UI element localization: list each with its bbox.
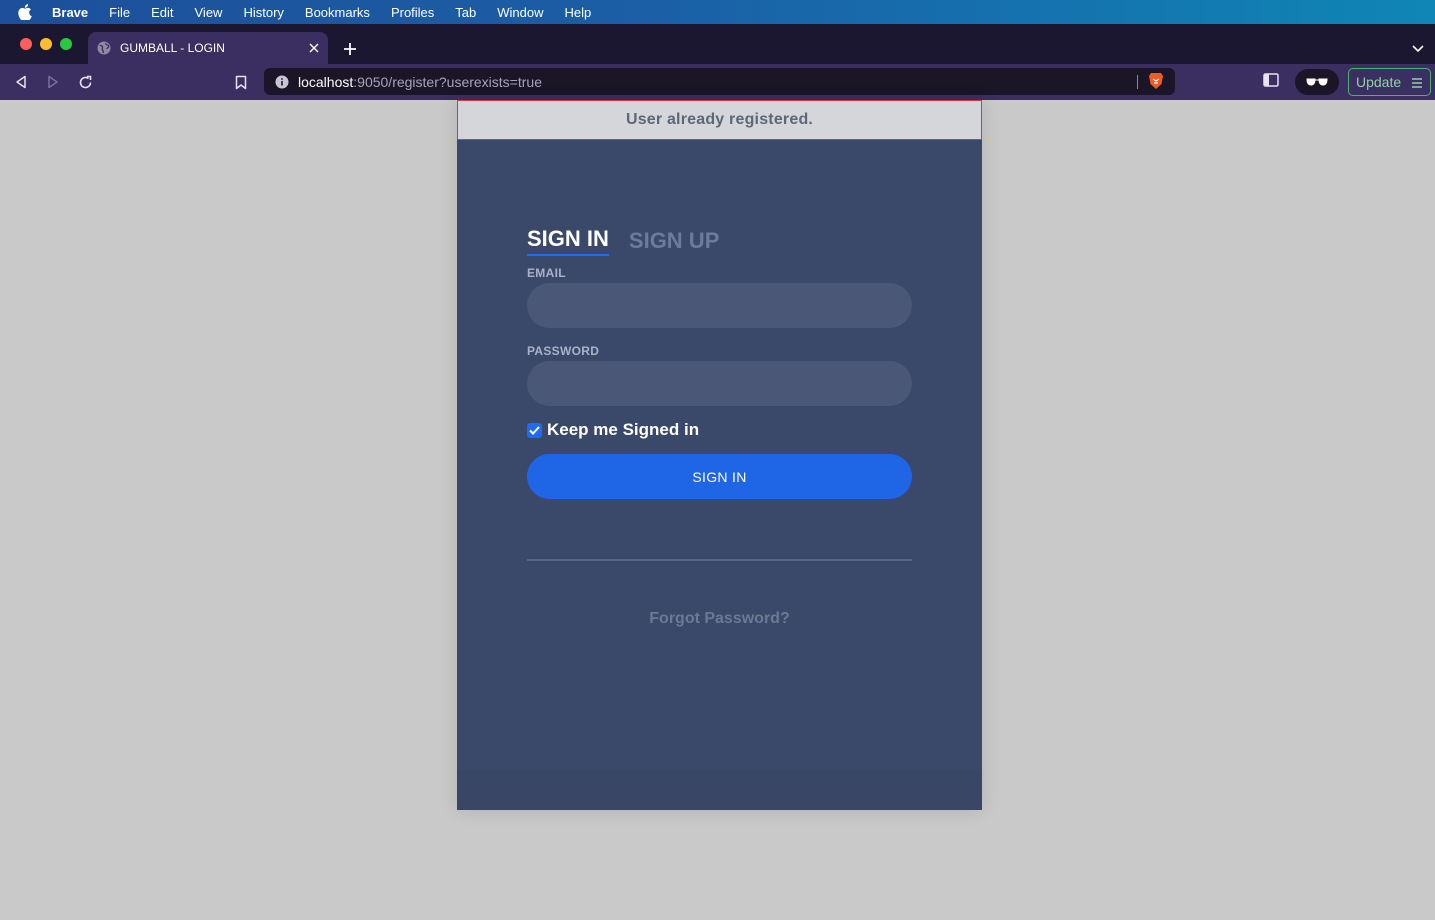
window-maximize-button[interactable]	[60, 38, 72, 50]
close-icon[interactable]	[306, 40, 322, 56]
browser-toolbar: localhost:9050/register?userexists=true …	[0, 64, 1435, 100]
tab-sign-up[interactable]: SIGN UP	[629, 228, 719, 256]
window-close-button[interactable]	[20, 38, 32, 50]
menu-window[interactable]: Window	[497, 5, 543, 20]
keep-signed-in-row[interactable]: Keep me Signed in	[527, 420, 699, 440]
browser-tab-active[interactable]: GUMBALL - LOGIN	[88, 32, 328, 64]
brave-shields-icon[interactable]	[1148, 72, 1164, 90]
back-arrow-icon[interactable]	[12, 73, 30, 91]
tab-strip: GUMBALL - LOGIN	[0, 24, 1435, 64]
url-host: localhost	[298, 73, 354, 90]
sidebar-toggle-icon[interactable]	[1263, 73, 1281, 91]
menu-help[interactable]: Help	[565, 5, 592, 20]
email-field[interactable]	[527, 283, 912, 328]
site-info-icon[interactable]	[275, 75, 289, 89]
address-bar[interactable]: localhost:9050/register?userexists=true	[264, 68, 1175, 95]
url-path: :9050/register?userexists=true	[353, 73, 542, 90]
menu-bar: Brave File Edit View History Bookmarks P…	[0, 0, 1435, 24]
keep-signed-in-label: Keep me Signed in	[547, 420, 700, 439]
update-label: Update	[1356, 74, 1402, 90]
hamburger-menu-icon	[1411, 76, 1423, 88]
url-separator	[1137, 75, 1138, 89]
panel-footer	[457, 770, 982, 810]
menu-edit[interactable]: Edit	[151, 5, 173, 20]
menu-view[interactable]: View	[195, 5, 223, 20]
tab-title: GUMBALL - LOGIN	[120, 41, 225, 55]
apple-icon[interactable]	[18, 4, 32, 20]
email-label: EMAIL	[527, 266, 566, 280]
forward-arrow-icon[interactable]	[44, 73, 62, 91]
error-alert: User already registered.	[457, 100, 982, 140]
update-button[interactable]: Update	[1348, 68, 1431, 96]
password-field[interactable]	[527, 361, 912, 406]
menu-bookmarks[interactable]: Bookmarks	[305, 5, 370, 20]
forgot-password-link[interactable]: Forgot Password?	[457, 610, 982, 628]
login-panel: User already registered. SIGN IN SIGN UP…	[457, 100, 982, 810]
sign-in-button[interactable]: SIGN IN	[527, 454, 912, 499]
menu-history[interactable]: History	[243, 5, 283, 20]
new-tab-plus-icon[interactable]	[340, 39, 360, 59]
reload-icon[interactable]	[76, 73, 94, 91]
window-minimize-button[interactable]	[40, 38, 52, 50]
menu-brave[interactable]: Brave	[52, 5, 88, 20]
menu-tab[interactable]: Tab	[455, 5, 476, 20]
menu-file[interactable]: File	[109, 5, 130, 20]
menu-profiles[interactable]: Profiles	[391, 5, 434, 20]
globe-icon	[97, 41, 111, 55]
reader-glasses-icon[interactable]	[1295, 69, 1339, 95]
tab-sign-in[interactable]: SIGN IN	[527, 226, 609, 256]
auth-tabs: SIGN IN SIGN UP	[527, 226, 719, 256]
bookmark-icon[interactable]	[232, 73, 250, 91]
keep-signed-in-checkbox[interactable]	[527, 422, 542, 438]
password-label: PASSWORD	[527, 344, 600, 358]
divider	[527, 559, 912, 561]
chevron-down-icon[interactable]	[1411, 40, 1427, 54]
